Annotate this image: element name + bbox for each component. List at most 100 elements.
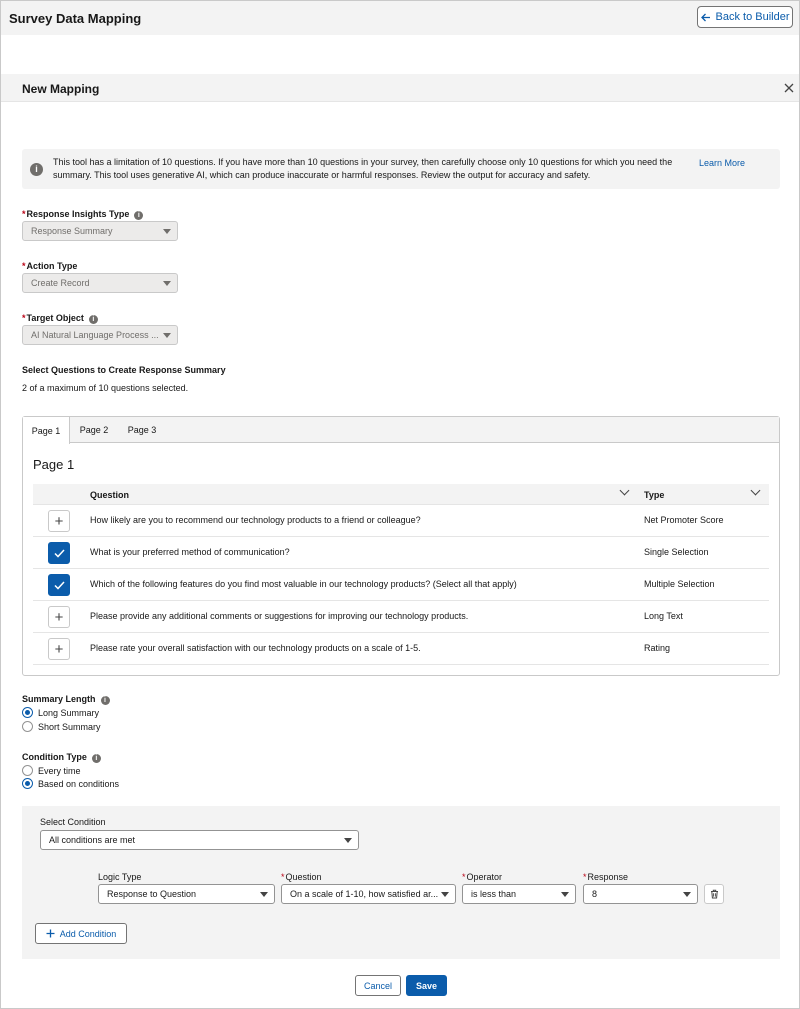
add-condition-button[interactable]: Add Condition (35, 923, 127, 944)
modal-title: New Mapping (22, 82, 100, 96)
select-condition-value: All conditions are met (49, 835, 136, 845)
radio-label: Long Summary (38, 707, 100, 718)
questions-tabs-card: Page 1 Page 2 Page 3 Page 1 Question Typ… (22, 416, 780, 676)
question-text: Please rate your overall satisfaction wi… (90, 643, 421, 653)
cancel-button[interactable]: Cancel (355, 975, 401, 996)
condition-question-value: On a scale of 1-10, how satisfied ar... (290, 889, 439, 899)
help-icon[interactable]: i (91, 754, 101, 763)
insights-type-select[interactable]: Response Summary (22, 221, 178, 241)
required-marker: * (22, 209, 26, 219)
radio-button[interactable] (22, 765, 33, 776)
spacer (1, 35, 799, 74)
column-question[interactable]: Question (90, 490, 129, 500)
caret-down-icon (163, 281, 171, 286)
modal-header: New Mapping (1, 74, 799, 102)
radio-every-time[interactable]: Every time (22, 765, 81, 776)
operator-select[interactable]: is less than (462, 884, 576, 904)
save-button[interactable]: Save (406, 975, 447, 996)
radio-button[interactable] (22, 707, 33, 718)
tab-bar: Page 1 Page 2 Page 3 (23, 417, 779, 444)
column-type[interactable]: Type (644, 490, 664, 500)
chevron-down-icon[interactable] (619, 485, 630, 496)
response-select[interactable]: 8 (583, 884, 698, 904)
caret-down-icon (163, 229, 171, 234)
help-icon[interactable]: i (100, 696, 110, 705)
question-type: Long Text (644, 611, 683, 621)
table-header: Question Type (33, 484, 769, 505)
info-icon: i (30, 163, 43, 176)
response-value: 8 (592, 889, 598, 899)
radio-based-on-conditions[interactable]: Based on conditions (22, 778, 119, 789)
delete-condition-button[interactable] (704, 884, 724, 904)
question-type: Single Selection (644, 547, 709, 557)
target-object-label: *Target Object i (22, 313, 98, 324)
logic-type-select[interactable]: Response to Question (98, 884, 275, 904)
question-type: Net Promoter Score (644, 515, 724, 525)
add-question-button[interactable]: + (48, 606, 70, 628)
questions-section-title: Select Questions to Create Response Summ… (22, 365, 226, 375)
table-row: + How likely are you to recommend our te… (33, 505, 769, 537)
radio-long-summary[interactable]: Long Summary (22, 707, 99, 718)
page-heading: Page 1 (33, 457, 75, 472)
condition-question-select[interactable]: On a scale of 1-10, how satisfied ar... (281, 884, 456, 904)
check-icon (53, 548, 65, 558)
radio-button[interactable] (22, 721, 33, 732)
question-type: Rating (644, 643, 671, 653)
table-row: What is your preferred method of communi… (33, 537, 769, 569)
radio-button[interactable] (22, 778, 33, 789)
back-to-builder-button[interactable]: Back to Builder (697, 6, 793, 28)
required-marker: * (583, 872, 587, 882)
select-condition-label: Select Condition (40, 817, 106, 827)
condition-question-label: *Question (281, 872, 322, 882)
caret-down-icon (561, 892, 569, 897)
back-to-builder-label: Back to Builder (715, 11, 790, 23)
tab-page-3[interactable]: Page 3 (118, 417, 166, 443)
add-question-button[interactable]: + (48, 510, 70, 532)
trash-icon (710, 889, 718, 899)
question-text: What is your preferred method of communi… (90, 547, 290, 557)
required-marker: * (22, 313, 26, 323)
summary-length-label: Summary Length i (22, 694, 110, 705)
caret-down-icon (163, 333, 171, 338)
action-type-select[interactable]: Create Record (22, 273, 178, 293)
help-icon[interactable]: i (88, 315, 98, 324)
select-condition-dropdown[interactable]: All conditions are met (40, 830, 359, 850)
tab-page-2[interactable]: Page 2 (70, 417, 118, 443)
info-banner: i This tool has a limitation of 10 quest… (22, 149, 780, 189)
radio-label: Short Summary (38, 721, 101, 732)
target-object-value: AI Natural Language Process ... (31, 330, 159, 340)
required-marker: * (22, 261, 26, 271)
help-icon[interactable]: i (134, 211, 144, 220)
table-row: + Please provide any additional comments… (33, 601, 769, 633)
tab-page-1[interactable]: Page 1 (23, 417, 70, 444)
action-type-value: Create Record (31, 278, 90, 288)
operator-value: is less than (471, 889, 517, 899)
question-text: How likely are you to recommend our tech… (90, 515, 421, 525)
table-row: + Please rate your overall satisfaction … (33, 633, 769, 665)
response-label: *Response (583, 872, 629, 882)
caret-down-icon (683, 892, 691, 897)
selected-question-button[interactable] (48, 542, 70, 564)
logic-type-label: Logic Type (98, 872, 142, 882)
selected-question-button[interactable] (48, 574, 70, 596)
question-text: Which of the following features do you f… (90, 579, 517, 589)
radio-short-summary[interactable]: Short Summary (22, 721, 101, 732)
close-icon[interactable] (783, 82, 795, 94)
info-text: This tool has a limitation of 10 questio… (53, 157, 673, 180)
required-marker: * (281, 872, 285, 882)
plus-icon (46, 929, 55, 938)
target-object-select[interactable]: AI Natural Language Process ... (22, 325, 178, 345)
learn-more-link[interactable]: Learn More (699, 158, 745, 168)
app-title: Survey Data Mapping (9, 11, 142, 26)
selected-count-text: 2 of a maximum of 10 questions selected. (22, 383, 189, 393)
add-question-button[interactable]: + (48, 638, 70, 660)
radio-label: Every time (38, 765, 81, 776)
insights-type-label: *Response Insights Type i (22, 209, 144, 220)
arrow-left-icon (700, 13, 710, 21)
caret-down-icon (344, 838, 352, 843)
check-icon (53, 580, 65, 590)
add-condition-label: Add Condition (59, 928, 117, 939)
chevron-down-icon[interactable] (750, 485, 761, 496)
logic-type-value: Response to Question (107, 889, 197, 899)
operator-label: *Operator (462, 872, 503, 882)
